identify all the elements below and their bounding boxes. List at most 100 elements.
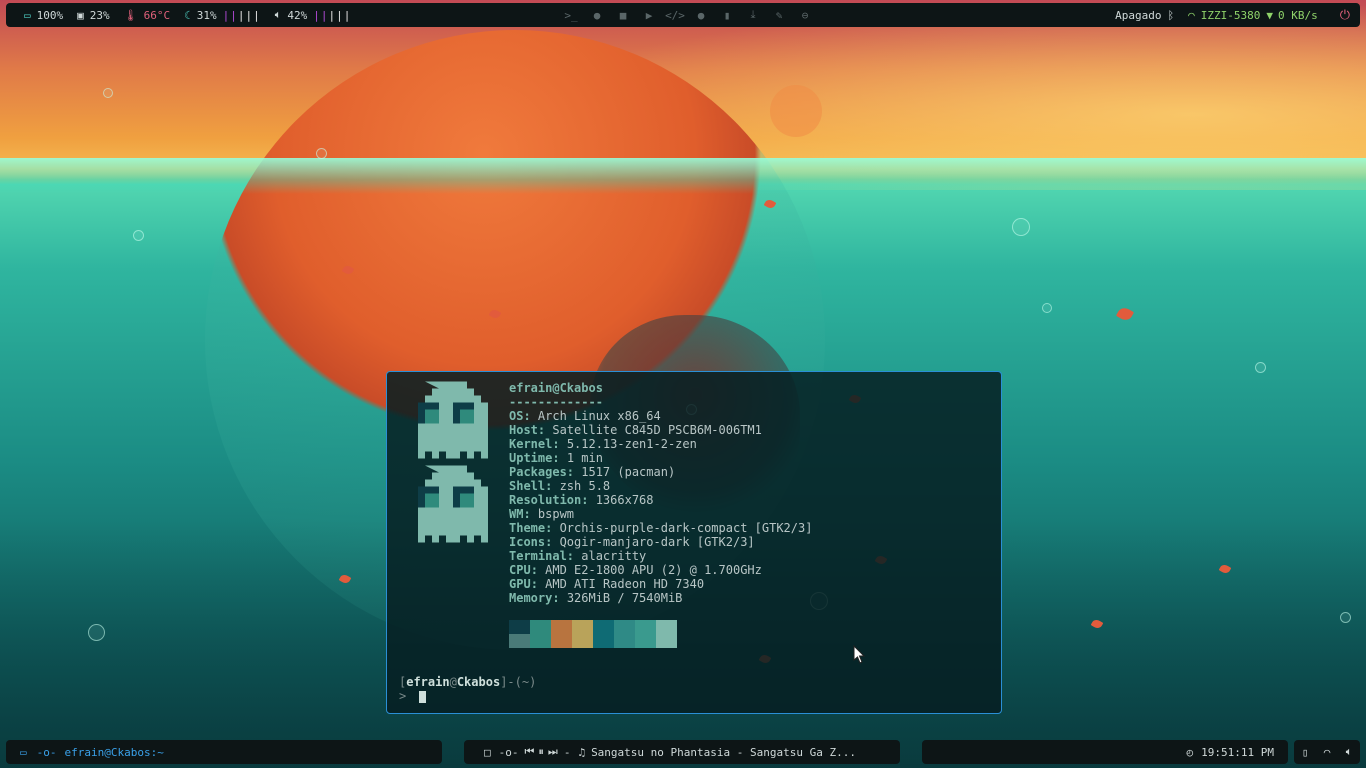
leaf [1115,305,1135,323]
window-title-bar: ▭ -o- efrain@Ckabos:~ [6,740,442,764]
volume-tray-icon[interactable]: 🔈︎ [1346,745,1353,759]
gamepad-icon[interactable]: ⊖ [792,9,818,22]
info-key: Terminal [509,549,567,563]
temperature-module[interactable]: 🌡︎ 66°C [124,9,170,22]
wifi-name[interactable]: IZZI-5380 [1201,9,1261,22]
info-value: Orchis-purple-dark-compact [GTK2/3] [559,521,813,535]
info-key: Resolution [509,493,582,507]
stop-icon[interactable]: □ [484,746,491,759]
info-value: AMD E2-1800 APU (2) @ 1.700GHz [545,563,762,577]
ghost-icon [418,465,488,543]
info-key: GPU [509,577,531,591]
volume-bars: ||||| [313,9,351,22]
cpu-module[interactable]: ▣ 23% [77,9,110,22]
color-swatch [656,620,677,634]
info-row: Kernel: 5.12.13-zen1-2-zen [509,437,697,451]
info-key: OS [509,409,524,423]
info-key: Icons [509,535,546,549]
bluetooth-icon[interactable]: ᛒ [1167,9,1174,22]
info-value: 5.12.13-zen1-2-zen [566,437,697,451]
play-icon[interactable]: ▶ [636,9,662,22]
info-row: WM: bspwm [509,507,575,521]
net-speed: 0 KB/s [1277,8,1318,22]
prompt-at: @ [449,675,457,689]
color-swatch [572,620,593,634]
info-value: Satellite C845D PSCB6M-006TM1 [552,423,762,437]
wifi-tray-icon[interactable]: ◠ [1324,746,1331,759]
text-cursor [419,690,427,703]
info-value: 1366x768 [595,493,654,507]
next-icon[interactable]: ⏭ [548,745,558,759]
color-swatch [572,634,593,648]
info-key: Memory [509,591,553,605]
info-row: Resolution: 1366x768 [509,493,654,507]
info-row: Shell: zsh 5.8 [509,479,611,493]
monitor-icon[interactable]: ▭ [20,746,27,759]
memory-module[interactable]: ☾ 31% ||||| [184,9,261,22]
color-swatch [656,634,677,648]
chat-icon[interactable]: ● [688,9,714,22]
info-value: alacritty [581,549,647,563]
bubble [1255,362,1266,373]
info-row: Theme: Orchis-purple-dark-compact [GTK2/… [509,521,813,535]
active-window-title[interactable]: efrain@Ckabos:~ [65,746,164,759]
prompt-user: efrain [406,675,450,689]
firefox-icon[interactable]: ● [584,9,610,22]
terminal-icon[interactable]: >_ [558,9,584,22]
clock-time[interactable]: 19:51:11 PM [1201,746,1274,759]
now-playing-title[interactable]: Sangatsu no Phantasia - Sangatsu Ga Z... [591,746,856,759]
code-icon[interactable]: </> [662,9,688,22]
volume-module[interactable]: 🔈︎ 42% ||||| [275,8,352,22]
wifi-icon[interactable]: ◠ [1188,9,1195,22]
color-swatch [551,634,572,648]
wrench-icon[interactable]: ✎ [766,9,792,22]
info-row: OS: Arch Linux x86_64 [509,409,661,423]
battery-value: 100% [36,8,64,22]
previous-icon[interactable]: ⏮ [525,745,535,759]
color-swatch [614,634,635,648]
cpu-icon: ▣ [77,8,84,22]
color-swatch [509,634,530,648]
cpu-value: 23% [89,8,110,22]
color-swatch [509,620,530,634]
pause-icon[interactable]: ⏸ [538,745,544,759]
system-tray: ▯ ◠ 🔈︎ [1294,740,1360,764]
memory-bars-free: ||| [237,8,261,22]
commit-icon[interactable]: -o- [37,746,57,759]
moon-icon: ☾ [184,8,191,22]
bluetooth-status[interactable]: Apagado [1115,9,1161,22]
prompt-arrow: > [399,689,414,703]
download-arrow-icon: ▼ [1266,8,1273,22]
shell-prompt[interactable]: [efrain@Ckabos]-(~) > [399,675,536,703]
info-value: zsh 5.8 [559,479,611,493]
info-row: Memory: 326MiB / 7540MiB [509,591,683,605]
info-value: 326MiB / 7540MiB [566,591,683,605]
color-swatch [551,620,572,634]
info-row: Uptime: 1 min [509,451,603,465]
file-icon[interactable]: ▮ [714,9,740,22]
clock-bar: ◴ 19:51:11 PM [922,740,1288,764]
bubble [316,148,327,159]
download-icon[interactable]: ⤓ [740,8,766,22]
separator: ------------- [509,395,603,409]
color-swatch [593,634,614,648]
bubble [103,88,113,98]
folder-icon[interactable]: ■ [610,9,636,22]
user-host: efrain@Ckabos [509,381,603,395]
info-row: Icons: Qogir-manjaro-dark [GTK2/3] [509,535,755,549]
commit-icon[interactable]: -o- [499,746,519,759]
prompt-host: Ckabos [456,675,501,689]
color-swatch [530,620,551,634]
bubble [1012,218,1030,236]
battery-module[interactable]: ▭ 100% [24,9,63,22]
phone-icon[interactable]: ▯ [1302,746,1309,759]
power-icon[interactable]: ⏻ [1340,8,1350,23]
volume-value: 42% [287,8,308,22]
bubble [133,230,144,241]
bubble [1042,303,1052,313]
info-key: Host [509,423,538,437]
ghost-icon [418,381,488,459]
launcher-icons: >_ ● ■ ▶ </> ● ▮ ⤓ ✎ ⊖ [558,3,818,27]
dash-separator: - [563,745,571,759]
prompt-dir: (~) [514,675,537,689]
